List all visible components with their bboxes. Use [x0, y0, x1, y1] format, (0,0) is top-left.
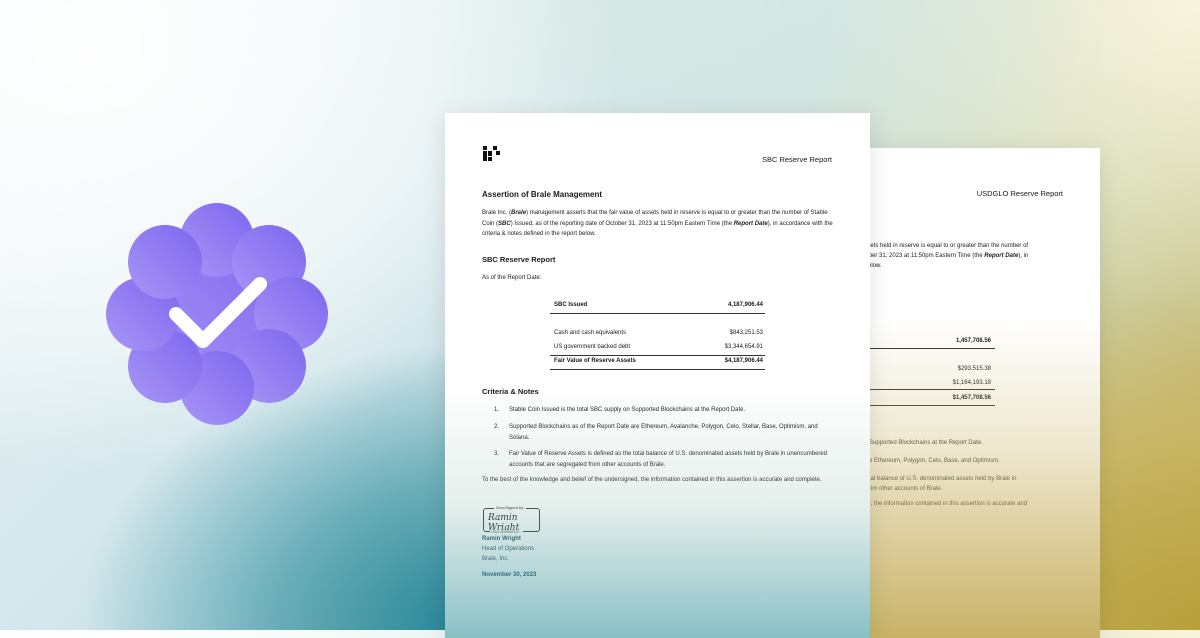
sbc-report-page: SBC Reserve Report Assertion of Brale Ma… — [445, 113, 870, 638]
note-line: r, the information contained in this ass… — [869, 501, 1028, 507]
divider — [550, 313, 765, 314]
brale-logo-icon — [483, 146, 500, 161]
criteria-heading: Criteria & Notes — [482, 387, 539, 396]
note-line: e Ethereum, Polygon, Celo, Base, and Opt… — [869, 458, 1000, 464]
divider — [856, 348, 995, 349]
table-row: Cash and cash equivalents $843,251.53 — [554, 330, 763, 336]
table-row: Fair Value of Reserve Assets $4,187,906.… — [554, 358, 763, 364]
note-line: om other accounts of Brale. — [869, 486, 943, 492]
divider — [550, 369, 765, 370]
assertion-paragraph: Brale Inc. (Brale) management asserts th… — [482, 210, 833, 237]
cash-value: $293,515.38 — [957, 366, 991, 372]
signer-title: Head of Operations — [482, 546, 535, 552]
closing-statement: To the best of the knowledge and belief … — [482, 477, 822, 483]
report-heading: SBC Reserve Report — [482, 255, 556, 264]
table-row: SBC Issued 4,187,906.44 — [554, 302, 763, 308]
docusign-signature: DocuSigned by: Ramin Wright 2FA0C5089B8F… — [483, 505, 540, 534]
as-of-label: As of the Report Date: — [482, 275, 542, 281]
note-line: Supported Blockchains at the Report Date… — [869, 440, 983, 446]
debt-value: $1,164,193.18 — [952, 380, 991, 386]
report-title: USDGLO Reserve Report — [976, 189, 1063, 198]
assertion-heading: Assertion of Brale Management — [482, 190, 603, 199]
issued-value: 1,457,708.56 — [955, 338, 991, 344]
assertion-paragraph: e assets held in reserve is equal to or … — [856, 243, 1029, 269]
table-row: US government backed debt $3,344,654.91 — [554, 344, 763, 350]
divider — [856, 405, 995, 406]
divider — [856, 389, 995, 390]
report-title: SBC Reserve Report — [761, 155, 832, 164]
note-line: tal balance of U.S. denominated assets h… — [869, 476, 1017, 482]
total-value: $1,457,708.56 — [952, 395, 991, 401]
verified-check-icon — [106, 203, 328, 425]
signer-name: Ramin Wright — [482, 536, 521, 542]
signer-company: Brale, Inc. — [482, 556, 510, 562]
signature-date: November 30, 2023 — [482, 572, 537, 578]
